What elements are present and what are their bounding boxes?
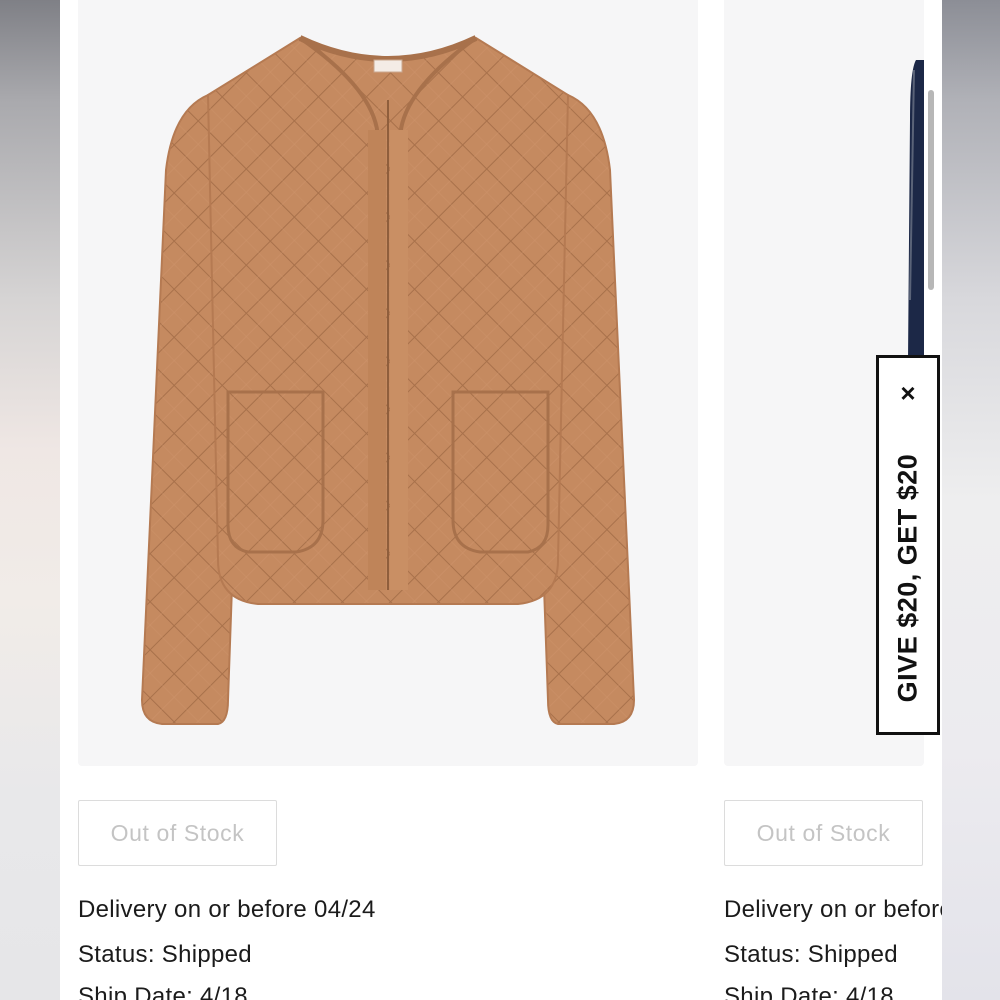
blurred-background-right — [942, 0, 1000, 1000]
promo-label[interactable]: GIVE $20, GET $20 — [893, 454, 924, 703]
out-of-stock-button[interactable]: Out of Stock — [724, 800, 923, 866]
ship-date: Ship Date: 4/18 — [724, 983, 894, 1000]
scrollbar[interactable] — [928, 90, 934, 290]
order-status: Status: Shipped — [78, 941, 252, 968]
delivery-date: Delivery on or before 04/24 — [724, 896, 942, 923]
close-icon[interactable]: × — [879, 378, 937, 408]
order-status: Status: Shipped — [724, 941, 898, 968]
blurred-background-left — [0, 0, 60, 1000]
order-page: Out of Stock Delivery on or before 04/24… — [60, 0, 942, 1000]
delivery-date: Delivery on or before 04/24 — [78, 896, 376, 923]
product-image[interactable] — [78, 0, 698, 766]
out-of-stock-button[interactable]: Out of Stock — [78, 800, 277, 866]
quilted-jacket-image — [140, 35, 636, 725]
ship-date: Ship Date: 4/18 — [78, 983, 248, 1000]
referral-promo-tab[interactable]: × GIVE $20, GET $20 — [876, 355, 940, 735]
